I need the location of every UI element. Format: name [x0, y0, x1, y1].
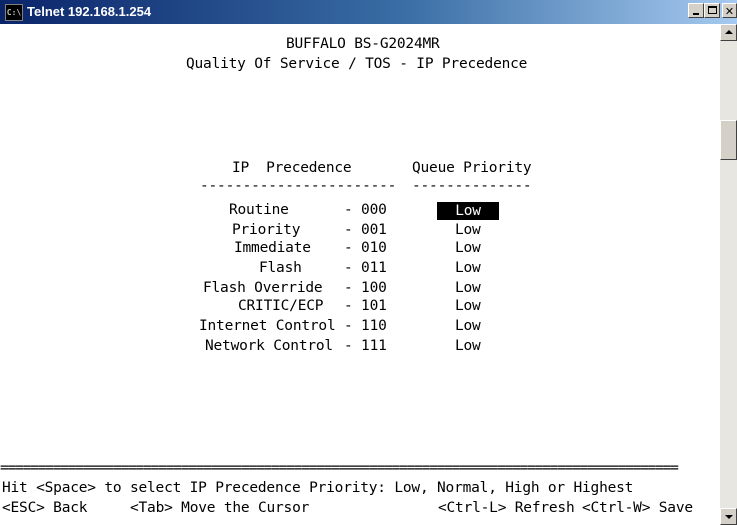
- column-header-ip-precedence: IP Precedence: [232, 160, 352, 176]
- telnet-window: C:\ Telnet 192.168.1.254 ✕ BUFFALO BS-G2…: [0, 0, 737, 525]
- title-bar[interactable]: C:\ Telnet 192.168.1.254 ✕: [0, 0, 737, 24]
- arrow-down-icon: [725, 515, 733, 519]
- column-header-queue-priority: Queue Priority: [412, 160, 532, 176]
- queue-priority-cell-selected[interactable]: Low: [437, 202, 499, 220]
- footer-save: <Ctrl-W> Save: [582, 500, 693, 516]
- device-name: BUFFALO BS-G2024MR: [286, 36, 440, 52]
- precedence-code: - 011: [344, 260, 387, 276]
- precedence-code: - 010: [344, 240, 387, 256]
- precedence-name: Flash: [259, 260, 302, 276]
- separator-line: ========================================…: [0, 460, 679, 476]
- queue-priority-cell[interactable]: Low: [455, 238, 481, 258]
- precedence-name: Flash Override: [203, 280, 323, 296]
- precedence-code: - 101: [344, 298, 387, 314]
- precedence-code: - 001: [344, 222, 387, 238]
- precedence-code: - 111: [344, 338, 387, 354]
- scroll-thumb[interactable]: [720, 120, 737, 160]
- arrow-up-icon: [725, 30, 733, 34]
- page-title: Quality Of Service / TOS - IP Precedence: [186, 56, 528, 72]
- queue-priority-cell[interactable]: Low: [455, 220, 481, 240]
- queue-priority-cell[interactable]: Low: [455, 336, 481, 356]
- precedence-code: - 110: [344, 318, 387, 334]
- queue-priority-cell[interactable]: Low: [455, 278, 481, 298]
- precedence-name: CRITIC/ECP: [238, 298, 324, 314]
- maximize-icon: [708, 6, 717, 14]
- precedence-name: Immediate: [234, 240, 311, 256]
- precedence-name: Network Control: [205, 338, 333, 354]
- footer-refresh: <Ctrl-L> Refresh: [438, 500, 575, 516]
- scroll-down-button[interactable]: [720, 508, 737, 525]
- precedence-code: - 100: [344, 280, 387, 296]
- precedence-name: Internet Control: [199, 318, 336, 334]
- footer-esc-back: <ESC> Back: [2, 500, 88, 516]
- close-button[interactable]: ✕: [722, 3, 737, 18]
- queue-priority-cell[interactable]: Low: [455, 258, 481, 278]
- queue-priority-cell[interactable]: Low: [455, 296, 481, 316]
- precedence-code: - 000: [344, 202, 387, 218]
- terminal-screen[interactable]: BUFFALO BS-G2024MR Quality Of Service / …: [0, 24, 720, 525]
- maximize-button[interactable]: [704, 3, 720, 18]
- minimize-button[interactable]: [688, 3, 704, 18]
- column-rule-precedence: -----------------------: [200, 178, 397, 194]
- queue-priority-cell[interactable]: Low: [455, 316, 481, 336]
- close-icon: ✕: [724, 5, 735, 18]
- help-text: Hit <Space> to select IP Precedence Prio…: [2, 480, 634, 496]
- minimize-icon: [693, 13, 699, 15]
- console-icon[interactable]: C:\: [5, 4, 23, 21]
- footer-tab-move: <Tab> Move the Cursor: [130, 500, 310, 516]
- column-rule-priority: --------------: [412, 178, 532, 194]
- vertical-scrollbar[interactable]: [720, 24, 737, 525]
- precedence-name: Routine: [229, 202, 289, 218]
- scroll-up-button[interactable]: [720, 24, 737, 41]
- precedence-name: Priority: [232, 222, 301, 238]
- window-title: Telnet 192.168.1.254: [27, 4, 152, 19]
